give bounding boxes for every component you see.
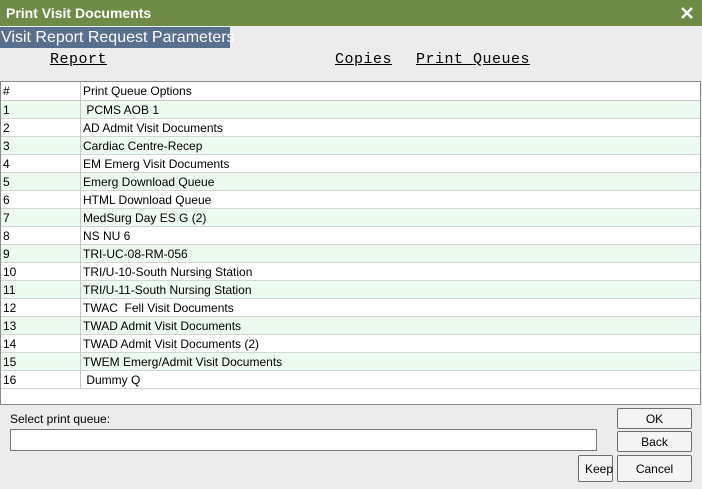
table-row[interactable]: 13 TWAD Admit Visit Documents xyxy=(1,317,700,335)
row-number: 13 xyxy=(1,317,81,335)
ok-button[interactable]: OK xyxy=(617,408,692,429)
select-print-queue-label: Select print queue: xyxy=(10,412,111,426)
column-header-number: # xyxy=(1,82,81,100)
row-number: 15 xyxy=(1,353,81,371)
table-header: # Print Queue Options xyxy=(1,82,700,101)
print-queue-name: TWAD Admit Visit Documents xyxy=(83,319,242,333)
table-row[interactable]: 16 Dummy Q xyxy=(1,371,700,389)
cancel-button[interactable]: Cancel xyxy=(617,455,692,482)
row-number: 8 xyxy=(1,227,81,245)
print-queue-name: PCMS AOB 1 xyxy=(83,103,160,117)
window-title: Print Visit Documents xyxy=(6,5,152,21)
print-queue-name: EM Emerg Visit Documents xyxy=(83,157,230,171)
row-number: 6 xyxy=(1,191,81,209)
row-number: 9 xyxy=(1,245,81,263)
table-row[interactable]: 8 NS NU 6 xyxy=(1,227,700,245)
table-row[interactable]: 5 Emerg Download Queue xyxy=(1,173,700,191)
print-queue-name: TRI/U-10-South Nursing Station xyxy=(83,265,253,279)
back-button[interactable]: Back xyxy=(617,431,692,452)
print-queue-name: Cardiac Centre-Recep xyxy=(83,139,203,153)
print-queue-name: Emerg Download Queue xyxy=(83,175,215,189)
keep-button[interactable]: Keep xyxy=(578,455,613,482)
table-row[interactable]: 10 TRI/U-10-South Nursing Station xyxy=(1,263,700,281)
section-title: Visit Report Request Parameters xyxy=(0,27,235,48)
print-queue-name: TWAC Fell Visit Documents xyxy=(83,301,234,315)
row-number: 12 xyxy=(1,299,81,317)
report-column-link[interactable]: Report xyxy=(50,51,107,68)
row-number: 3 xyxy=(1,137,81,155)
row-number: 1 xyxy=(1,101,81,119)
table-row[interactable]: 9 TRI-UC-08-RM-056 xyxy=(1,245,700,263)
row-number: 2 xyxy=(1,119,81,137)
print-queue-name: TWAD Admit Visit Documents (2) xyxy=(83,337,260,351)
title-bar: Print Visit Documents xyxy=(0,0,702,26)
table-row[interactable]: 4 EM Emerg Visit Documents xyxy=(1,155,700,173)
print-queue-name: MedSurg Day ES G (2) xyxy=(83,211,207,225)
row-number: 14 xyxy=(1,335,81,353)
print-queue-table: # Print Queue Options 1 PCMS AOB 1 2 AD Ad… xyxy=(0,81,701,405)
row-number: 4 xyxy=(1,155,81,173)
table-row[interactable]: 3 Cardiac Centre-Recep xyxy=(1,137,700,155)
table-body: 1 PCMS AOB 1 2 AD Admit Visit Documents 3 Ca… xyxy=(1,101,700,389)
print-queue-name: AD Admit Visit Documents xyxy=(83,121,223,135)
row-number: 11 xyxy=(1,281,81,299)
select-print-queue-input[interactable] xyxy=(10,429,597,451)
print-queue-name: NS NU 6 xyxy=(83,229,131,243)
close-icon[interactable] xyxy=(678,4,696,22)
table-row[interactable]: 1 PCMS AOB 1 xyxy=(1,101,700,119)
table-row[interactable]: 12 TWAC Fell Visit Documents xyxy=(1,299,700,317)
print-queue-name: TRI-UC-08-RM-056 xyxy=(83,247,188,261)
table-row[interactable]: 6 HTML Download Queue xyxy=(1,191,700,209)
print-queue-name: Dummy Q xyxy=(83,373,141,387)
copies-column-link[interactable]: Copies xyxy=(335,51,392,68)
print-queue-name: HTML Download Queue xyxy=(83,193,212,207)
print-queues-column-link[interactable]: Print Queues xyxy=(416,51,530,68)
table-row[interactable]: 7 MedSurg Day ES G (2) xyxy=(1,209,700,227)
table-row[interactable]: 15 TWEM Emerg/Admit Visit Documents xyxy=(1,353,700,371)
row-number: 5 xyxy=(1,173,81,191)
table-row[interactable]: 2 AD Admit Visit Documents xyxy=(1,119,700,137)
column-header-print-queue-options: Print Queue Options xyxy=(83,84,192,98)
print-queue-name: TRI/U-11-South Nursing Station xyxy=(83,283,252,297)
row-number: 10 xyxy=(1,263,81,281)
print-queue-name: TWEM Emerg/Admit Visit Documents xyxy=(83,355,283,369)
row-number: 7 xyxy=(1,209,81,227)
table-row[interactable]: 14 TWAD Admit Visit Documents (2) xyxy=(1,335,700,353)
table-row[interactable]: 11 TRI/U-11-South Nursing Station xyxy=(1,281,700,299)
row-number: 16 xyxy=(1,371,81,389)
